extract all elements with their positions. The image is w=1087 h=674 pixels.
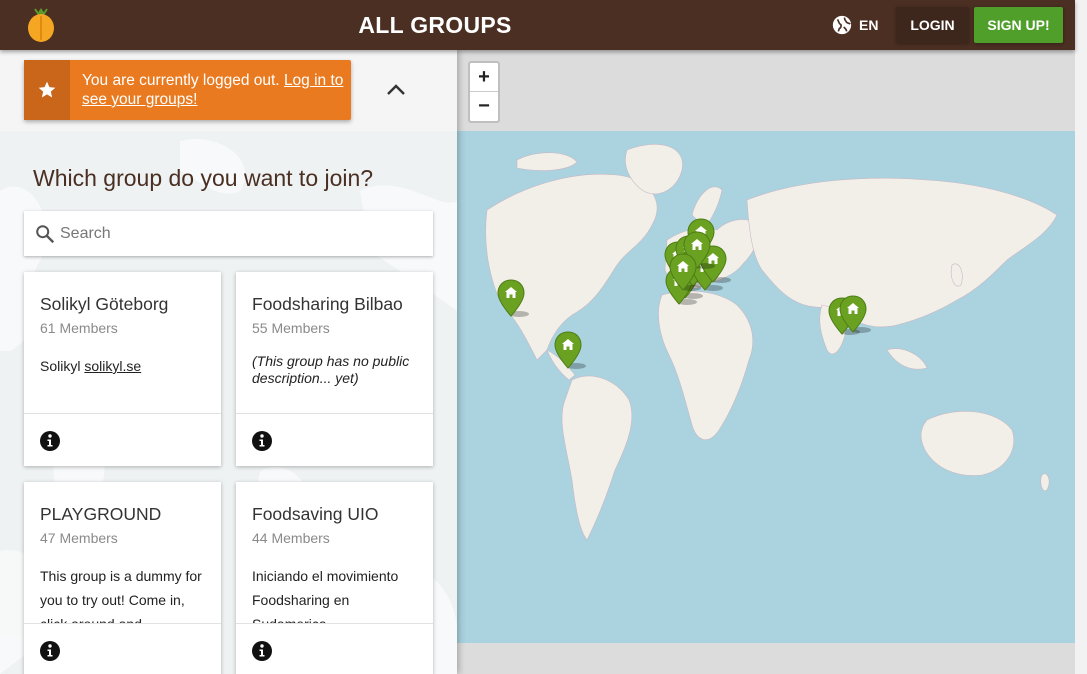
card-footer <box>236 413 433 466</box>
search-icon <box>36 225 55 244</box>
group-description: Solikyl solikyl.se <box>40 354 210 414</box>
group-description: This group is a dummy for you to try out… <box>40 568 202 624</box>
info-icon[interactable] <box>252 641 272 661</box>
group-website-link[interactable]: solikyl.se <box>84 358 141 374</box>
logged-out-banner: You are currently logged out. Log in to … <box>24 60 351 120</box>
globe-icon <box>832 15 852 35</box>
scrollbar-track[interactable] <box>1075 0 1087 674</box>
info-icon[interactable] <box>252 431 272 451</box>
page-title: ALL GROUPS <box>358 12 512 38</box>
info-icon[interactable] <box>40 641 60 661</box>
sidebar-top: You are currently logged out. Log in to … <box>0 50 457 131</box>
banner-message: You are currently logged out. <box>82 72 284 89</box>
zoom-out-button[interactable]: − <box>470 92 498 121</box>
group-members: 61 Members <box>40 320 118 336</box>
search-box <box>24 211 433 256</box>
map-tiles[interactable] <box>457 50 1075 674</box>
group-members: 47 Members <box>40 530 118 546</box>
language-label: EN <box>859 17 879 33</box>
join-question: Which group do you want to join? <box>33 165 374 191</box>
group-card[interactable]: Foodsaving UIO 44 Members Iniciando el m… <box>236 482 433 674</box>
sidebar: You are currently logged out. Log in to … <box>0 50 457 674</box>
group-name: Solikyl Göteborg <box>40 294 169 314</box>
description-text: Solikyl <box>40 358 85 374</box>
language-selector[interactable]: EN <box>831 14 878 36</box>
banner-star-box <box>24 60 70 120</box>
group-members: 44 Members <box>252 530 330 546</box>
group-card[interactable]: Foodsharing Bilbao 55 Members (This grou… <box>236 272 433 466</box>
login-button[interactable]: LOGIN <box>896 7 969 43</box>
card-footer <box>24 623 221 674</box>
chevron-up-icon[interactable] <box>383 78 409 100</box>
top-bar: ALL GROUPS EN LOGIN SIGN UP! <box>0 0 1075 50</box>
search-input[interactable] <box>60 211 420 256</box>
signup-button[interactable]: SIGN UP! <box>974 7 1063 43</box>
group-name: Foodsaving UIO <box>252 504 379 524</box>
group-description: (This group has no public description...… <box>252 353 410 386</box>
group-name: Foodsharing Bilbao <box>252 294 403 314</box>
group-description: Iniciando el movimiento Foodsharing en S… <box>252 568 399 624</box>
zoom-in-button[interactable]: + <box>470 63 498 92</box>
world-map[interactable]: + − <box>457 50 1075 674</box>
zoom-control: + − <box>468 61 500 123</box>
star-icon <box>38 81 56 98</box>
card-footer <box>24 413 221 466</box>
group-card[interactable]: Solikyl Göteborg 61 Members Solikyl soli… <box>24 272 221 466</box>
group-card[interactable]: PLAYGROUND 47 Members This group is a du… <box>24 482 221 674</box>
group-name: PLAYGROUND <box>40 504 162 524</box>
info-icon[interactable] <box>40 431 60 451</box>
sidebar-body: Which group do you want to join? Solikyl… <box>0 131 457 674</box>
group-members: 55 Members <box>252 320 330 336</box>
card-footer <box>236 623 433 674</box>
banner-text: You are currently logged out. Log in to … <box>82 71 344 109</box>
